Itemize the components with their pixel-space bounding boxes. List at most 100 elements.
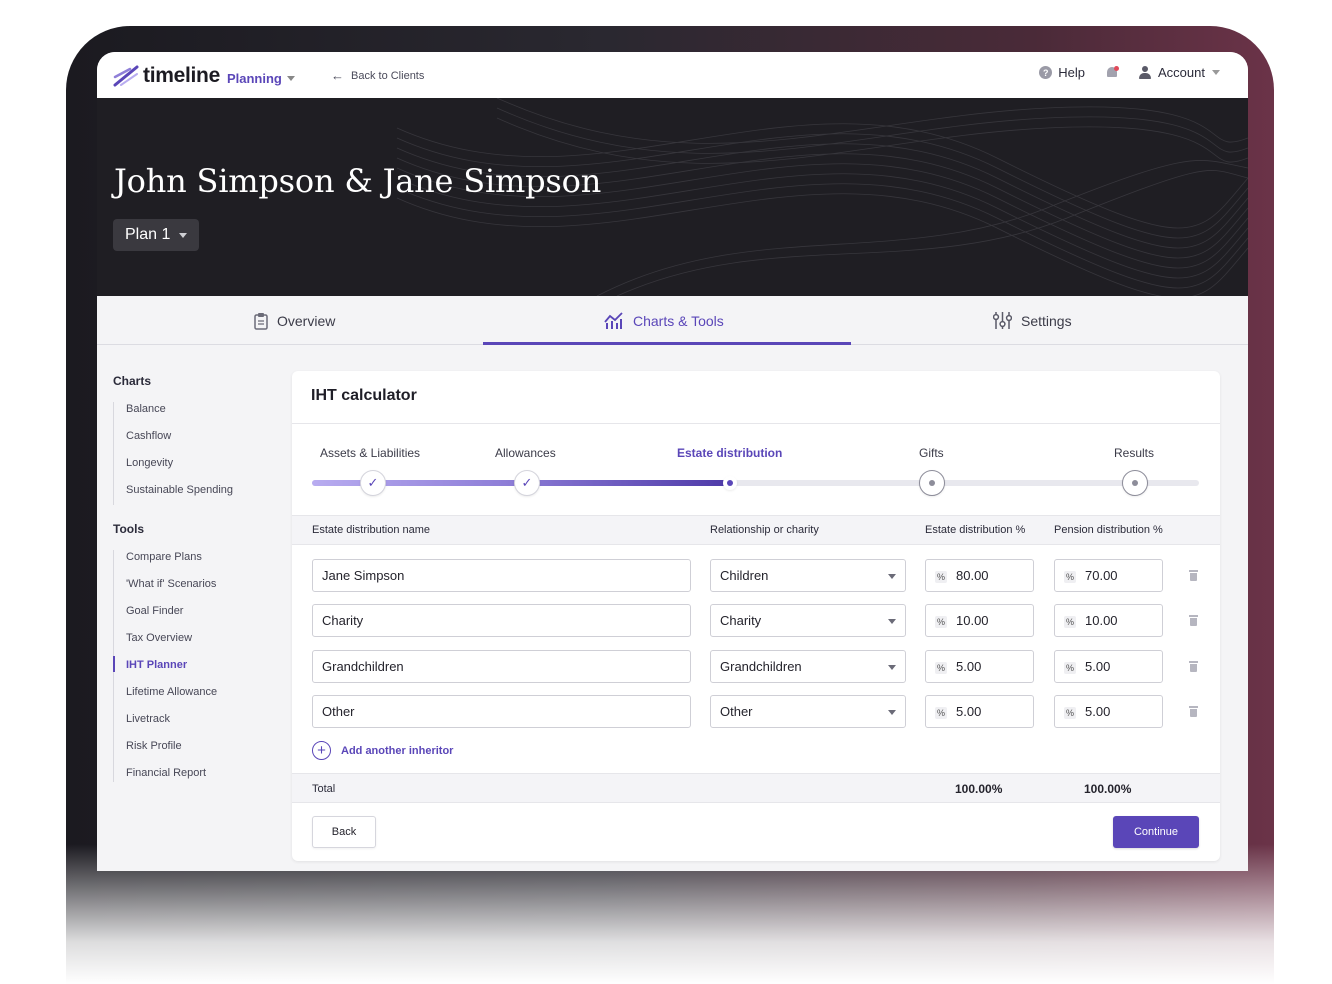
pension-pct-input[interactable]: % 70.00 — [1054, 559, 1163, 592]
plus-circle-icon: + — [312, 741, 331, 760]
pension-pct-input[interactable]: % 5.00 — [1054, 650, 1163, 683]
percent-icon: % — [1064, 662, 1076, 674]
total-estate-value: 100.00% — [955, 782, 1003, 796]
table-row: Jane Simpson Children % 80.00 % 70.00 — [292, 559, 1220, 593]
table-row: Other Other % 5.00 % 5.00 — [292, 695, 1220, 729]
relationship-select[interactable]: Children — [710, 559, 906, 592]
add-inheritor-button[interactable]: + Add another inheritor — [312, 741, 453, 760]
inheritor-name-input[interactable]: Charity — [312, 604, 691, 637]
user-icon — [1139, 66, 1152, 79]
step-gifts[interactable]: Gifts — [919, 446, 944, 460]
help-button[interactable]: ? Help — [1039, 65, 1085, 80]
plan-selector[interactable]: Plan 1 — [113, 219, 200, 251]
arrow-left-icon: ← — [331, 68, 344, 83]
step-upcoming-marker[interactable] — [919, 470, 945, 496]
tab-settings-label: Settings — [1021, 312, 1072, 329]
product-switcher[interactable]: Planning — [227, 71, 282, 86]
step-results[interactable]: Results — [1114, 446, 1154, 460]
sidebar-item-sustainable-spending[interactable]: Sustainable Spending — [126, 483, 283, 505]
chevron-down-icon — [888, 574, 896, 579]
total-pension-value: 100.00% — [1084, 782, 1132, 796]
relationship-select[interactable]: Charity — [710, 604, 906, 637]
step-allowances[interactable]: Allowances — [495, 446, 556, 460]
sidebar-item-financial-report[interactable]: Financial Report — [126, 766, 283, 782]
tab-overview-label: Overview — [277, 312, 336, 329]
inheritor-name-input[interactable]: Other — [312, 695, 691, 728]
step-assets-liabilities[interactable]: Assets & Liabilities — [320, 446, 420, 460]
estate-pct-input[interactable]: % 80.00 — [925, 559, 1034, 592]
sidebar-item-what-if-scenarios[interactable]: 'What if' Scenarios — [126, 577, 283, 604]
delete-row-trash-icon[interactable] — [1189, 706, 1198, 717]
brand-name: timeline — [143, 64, 220, 87]
table-header: Estate distribution name Relationship or… — [292, 515, 1220, 545]
help-label: Help — [1058, 65, 1086, 80]
pension-pct-input[interactable]: % 10.00 — [1054, 604, 1163, 637]
account-menu[interactable]: Account — [1139, 65, 1220, 80]
table-row: Grandchildren Grandchildren % 5.00 % 5.0… — [292, 650, 1220, 684]
clipboard-icon — [254, 312, 268, 330]
chevron-down-icon — [286, 75, 295, 81]
estate-pct-input[interactable]: % 10.00 — [925, 604, 1034, 637]
pension-pct-value: 70.00 — [1085, 568, 1118, 583]
step-complete-check-icon[interactable]: ✓ — [514, 470, 540, 496]
chevron-down-icon — [179, 232, 188, 238]
percent-icon: % — [1064, 616, 1076, 628]
step-estate-distribution[interactable]: Estate distribution — [677, 446, 782, 460]
sidebar-tools-heading: Tools — [113, 522, 145, 536]
relationship-select[interactable]: Grandchildren — [710, 650, 906, 683]
sidebar-item-risk-profile[interactable]: Risk Profile — [126, 739, 283, 766]
sidebar-item-livetrack[interactable]: Livetrack — [126, 712, 283, 739]
column-header-pension-pct: Pension distribution % — [1054, 524, 1163, 536]
percent-icon: % — [935, 571, 947, 583]
top-nav-actions: ? Help Account — [1039, 65, 1220, 80]
pension-pct-input[interactable]: % 5.00 — [1054, 695, 1163, 728]
estate-pct-input[interactable]: % 5.00 — [925, 650, 1034, 683]
sidebar: Charts Balance Cashflow Longevity Sustai… — [113, 374, 283, 782]
sidebar-item-cashflow[interactable]: Cashflow — [126, 429, 283, 456]
percent-icon: % — [935, 707, 947, 719]
continue-button[interactable]: Continue — [1113, 816, 1199, 848]
percent-icon: % — [935, 616, 947, 628]
sidebar-item-goal-finder[interactable]: Goal Finder — [126, 604, 283, 631]
notifications-bell-icon[interactable] — [1105, 65, 1120, 80]
estate-pct-value: 5.00 — [956, 704, 982, 719]
relationship-select[interactable]: Other — [710, 695, 906, 728]
help-icon: ? — [1039, 66, 1053, 79]
sidebar-item-lifetime-allowance[interactable]: Lifetime Allowance — [126, 685, 283, 712]
logo[interactable]: timeline Planning — [113, 64, 295, 88]
sliders-icon — [993, 312, 1012, 329]
step-current-marker — [723, 476, 737, 490]
plan-label: Plan 1 — [125, 226, 171, 243]
percent-icon: % — [1064, 707, 1076, 719]
sidebar-item-compare-plans[interactable]: Compare Plans — [126, 550, 283, 577]
step-upcoming-marker[interactable] — [1122, 470, 1148, 496]
tab-settings[interactable]: Settings — [993, 296, 1072, 345]
tab-charts-tools[interactable]: Charts & Tools — [604, 296, 724, 345]
delete-row-trash-icon[interactable] — [1189, 570, 1198, 581]
timeline-logo-icon — [113, 65, 139, 87]
column-header-relationship: Relationship or charity — [710, 524, 819, 536]
delete-row-trash-icon[interactable] — [1189, 615, 1198, 626]
pension-pct-value: 10.00 — [1085, 613, 1118, 628]
sidebar-charts-list: Balance Cashflow Longevity Sustainable S… — [113, 402, 283, 505]
back-button[interactable]: Back — [312, 816, 376, 848]
relationship-value: Children — [720, 568, 769, 583]
sidebar-item-iht-planner[interactable]: IHT Planner — [113, 656, 283, 685]
divider — [292, 423, 1220, 424]
inheritor-name-input[interactable]: Jane Simpson — [312, 559, 691, 592]
estate-pct-input[interactable]: % 5.00 — [925, 695, 1034, 728]
sidebar-item-tax-overview[interactable]: Tax Overview — [126, 631, 283, 658]
sidebar-item-balance[interactable]: Balance — [126, 402, 283, 429]
relationship-value: Charity — [720, 613, 762, 628]
total-row: Total 100.00% 100.00% — [292, 773, 1220, 803]
step-complete-check-icon[interactable]: ✓ — [360, 470, 386, 496]
inheritor-name-input[interactable]: Grandchildren — [312, 650, 691, 683]
main-tabs: Overview Charts & Tools Settings — [97, 296, 1248, 345]
tab-overview[interactable]: Overview — [254, 296, 335, 345]
sidebar-item-longevity[interactable]: Longevity — [126, 456, 283, 483]
relationship-value: Other — [720, 704, 753, 719]
delete-row-trash-icon[interactable] — [1189, 661, 1198, 672]
back-to-clients-link[interactable]: ← Back to Clients — [331, 68, 424, 83]
tab-charts-tools-label: Charts & Tools — [633, 312, 724, 329]
column-header-estate-pct: Estate distribution % — [925, 524, 1026, 536]
